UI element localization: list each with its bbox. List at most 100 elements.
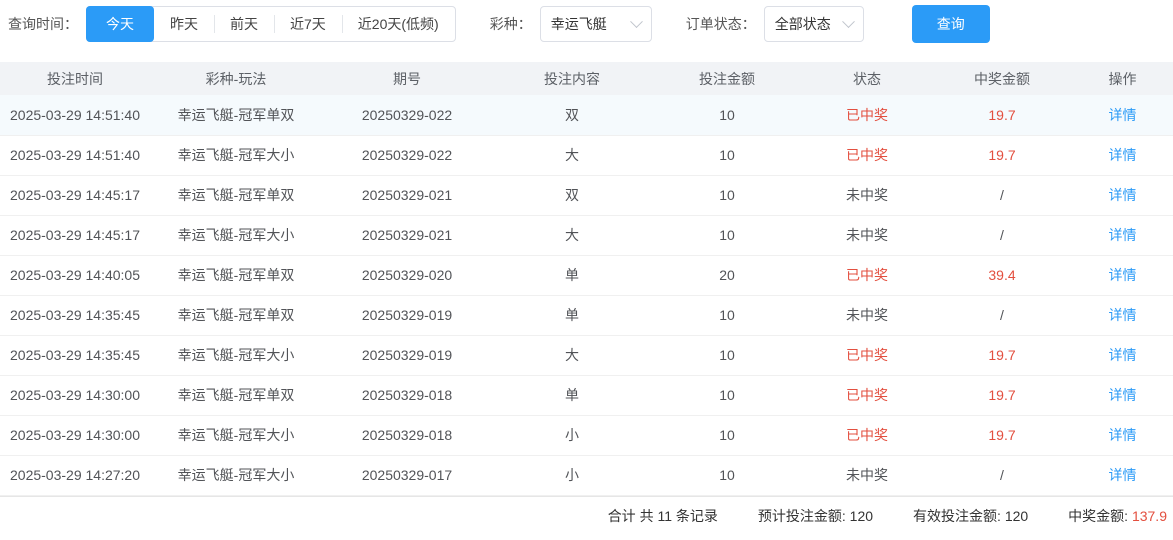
expected-bet-amount-value: 120 (849, 508, 874, 524)
detail-link[interactable]: 详情 (1072, 215, 1173, 256)
cell-bet-time: 2025-03-29 14:35:45 (0, 335, 150, 376)
cell-bet-time: 2025-03-29 14:30:00 (0, 415, 150, 456)
col-header-game-play: 彩种-玩法 (150, 62, 322, 95)
total-records: 合计 共 11 条记录 (607, 508, 718, 524)
cell-bet-amount: 10 (652, 95, 802, 136)
detail-link[interactable]: 详情 (1072, 95, 1173, 136)
cell-bet-content: 单 (492, 375, 652, 416)
valid-bet-amount: 有效投注金额: 120 (913, 506, 1028, 526)
table-row: 2025-03-29 14:45:17 幸运飞艇-冠军大小 20250329-0… (0, 215, 1173, 256)
order-status-value: 全部状态 (774, 16, 831, 32)
cell-issue: 20250329-019 (322, 295, 492, 336)
detail-link[interactable]: 详情 (1072, 255, 1173, 296)
cell-issue: 20250329-018 (322, 375, 492, 416)
cell-bet-amount: 10 (652, 215, 802, 256)
detail-link[interactable]: 详情 (1072, 335, 1173, 376)
order-status-select[interactable]: 全部状态 (763, 6, 864, 42)
cell-bet-content: 双 (492, 95, 652, 136)
cell-bet-time: 2025-03-29 14:51:40 (0, 95, 150, 136)
cell-win-amount: 19.7 (932, 335, 1072, 376)
cell-issue: 20250329-019 (322, 335, 492, 376)
cell-bet-time: 2025-03-29 14:51:40 (0, 135, 150, 176)
cell-bet-content: 小 (492, 455, 652, 496)
detail-link[interactable]: 详情 (1072, 455, 1173, 496)
table-header: 投注时间 彩种-玩法 期号 投注内容 投注金额 状态 中奖金额 操作 (0, 62, 1173, 95)
cell-game-play: 幸运飞艇-冠军大小 (150, 455, 322, 496)
time-option-today[interactable]: 今天 (86, 6, 154, 42)
cell-win-amount: 19.7 (932, 415, 1072, 456)
table-row: 2025-03-29 14:40:05 幸运飞艇-冠军单双 20250329-0… (0, 255, 1173, 296)
cell-issue: 20250329-020 (322, 255, 492, 296)
cell-status: 已中奖 (802, 95, 932, 136)
cell-win-amount: 19.7 (932, 375, 1072, 416)
cell-issue: 20250329-022 (322, 95, 492, 136)
lottery-type-label: 彩种： (489, 16, 532, 32)
cell-issue: 20250329-021 (322, 175, 492, 216)
cell-bet-amount: 10 (652, 135, 802, 176)
lottery-type-value: 幸运飞艇 (550, 16, 607, 32)
detail-link[interactable]: 详情 (1072, 135, 1173, 176)
col-header-bet-time: 投注时间 (0, 62, 150, 95)
cell-status: 已中奖 (802, 135, 932, 176)
col-header-bet-amount: 投注金额 (652, 62, 802, 95)
cell-bet-time: 2025-03-29 14:40:05 (0, 255, 150, 296)
cell-game-play: 幸运飞艇-冠军大小 (150, 135, 322, 176)
cell-win-amount: 39.4 (932, 255, 1072, 296)
detail-link[interactable]: 详情 (1072, 375, 1173, 416)
total-win-amount: 中奖金额: 137.9 (1068, 506, 1167, 526)
table-row: 2025-03-29 14:27:20 幸运飞艇-冠军大小 20250329-0… (0, 455, 1173, 496)
cell-bet-amount: 10 (652, 335, 802, 376)
expected-bet-amount-label: 预计投注金额: (757, 508, 846, 524)
cell-bet-content: 单 (492, 295, 652, 336)
col-header-bet-content: 投注内容 (492, 62, 652, 95)
cell-game-play: 幸运飞艇-冠军单双 (150, 295, 322, 336)
query-time-label: 查询时间： (8, 16, 78, 32)
cell-bet-amount: 10 (652, 175, 802, 216)
cell-issue: 20250329-022 (322, 135, 492, 176)
cell-status: 已中奖 (802, 335, 932, 376)
col-header-action: 操作 (1072, 62, 1173, 95)
table-body: 2025-03-29 14:51:40 幸运飞艇-冠军单双 20250329-0… (0, 95, 1173, 496)
order-status-label: 订单状态： (685, 16, 756, 32)
cell-issue: 20250329-017 (322, 455, 492, 496)
cell-status: 已中奖 (802, 415, 932, 456)
cell-bet-content: 双 (492, 175, 652, 216)
time-option-yesterday[interactable]: 昨天 (154, 7, 214, 41)
cell-bet-time: 2025-03-29 14:30:00 (0, 375, 150, 416)
total-win-amount-value: 137.9 (1131, 508, 1167, 524)
cell-game-play: 幸运飞艇-冠军大小 (150, 335, 322, 376)
time-option-last-20-days[interactable]: 近20天(低频) (341, 7, 455, 41)
cell-status: 未中奖 (802, 295, 932, 336)
search-button[interactable]: 查询 (911, 5, 990, 43)
cell-status: 未中奖 (802, 175, 932, 216)
valid-bet-amount-label: 有效投注金额: (913, 508, 1001, 524)
orders-table-wrap: 投注时间 彩种-玩法 期号 投注内容 投注金额 状态 中奖金额 操作 2025-… (0, 62, 1173, 496)
cell-bet-amount: 20 (652, 255, 802, 296)
table-row: 2025-03-29 14:45:17 幸运飞艇-冠军单双 20250329-0… (0, 175, 1173, 216)
time-option-last-7-days[interactable]: 近7天 (274, 7, 342, 41)
table-row: 2025-03-29 14:30:00 幸运飞艇-冠军大小 20250329-0… (0, 415, 1173, 456)
cell-win-amount: / (932, 455, 1072, 496)
cell-bet-content: 大 (492, 335, 652, 376)
orders-table: 投注时间 彩种-玩法 期号 投注内容 投注金额 状态 中奖金额 操作 2025-… (0, 62, 1173, 496)
cell-bet-content: 小 (492, 415, 652, 456)
lottery-type-select[interactable]: 幸运飞艇 (539, 6, 652, 42)
detail-link[interactable]: 详情 (1072, 415, 1173, 456)
detail-link[interactable]: 详情 (1072, 295, 1173, 336)
expected-bet-amount: 预计投注金额: 120 (758, 506, 873, 526)
cell-win-amount: / (932, 215, 1072, 256)
cell-bet-content: 大 (492, 135, 652, 176)
detail-link[interactable]: 详情 (1072, 175, 1173, 216)
table-row: 2025-03-29 14:30:00 幸运飞艇-冠军单双 20250329-0… (0, 375, 1173, 416)
cell-bet-content: 大 (492, 215, 652, 256)
time-option-day-before[interactable]: 前天 (214, 7, 274, 41)
cell-game-play: 幸运飞艇-冠军单双 (150, 375, 322, 416)
cell-game-play: 幸运飞艇-冠军大小 (150, 415, 322, 456)
total-win-amount-label: 中奖金额: (1068, 508, 1129, 524)
col-header-status: 状态 (802, 62, 932, 95)
col-header-issue: 期号 (322, 62, 492, 95)
cell-bet-time: 2025-03-29 14:35:45 (0, 295, 150, 336)
col-header-win-amount: 中奖金额 (932, 62, 1072, 95)
cell-game-play: 幸运飞艇-冠军单双 (150, 95, 322, 136)
cell-bet-time: 2025-03-29 14:45:17 (0, 175, 150, 216)
